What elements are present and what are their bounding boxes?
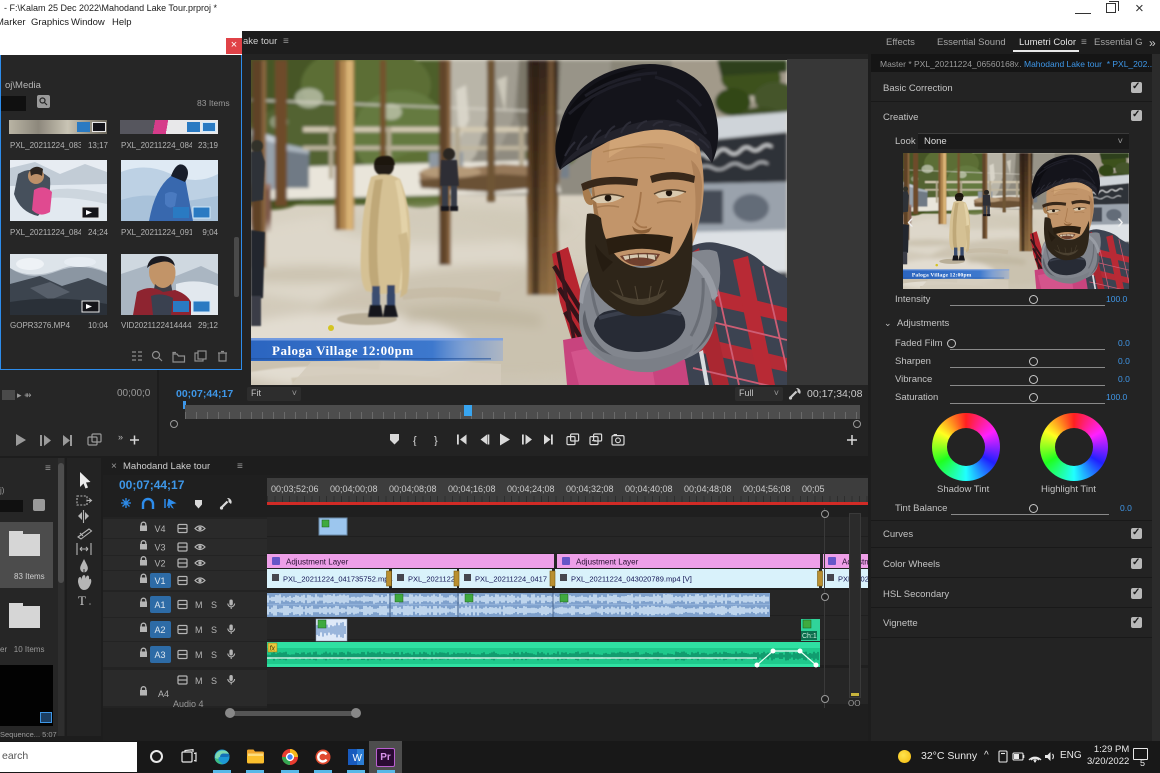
svg-text:A1: A1 — [155, 600, 166, 610]
svg-text:V4: V4 — [155, 524, 166, 534]
svg-text:}: } — [434, 435, 438, 446]
svg-text:A4: A4 — [158, 689, 169, 699]
svg-text:S: S — [211, 650, 217, 660]
svg-text:M: M — [195, 600, 203, 610]
svg-text:S: S — [211, 625, 217, 635]
svg-text:V2: V2 — [155, 559, 166, 569]
svg-text:V3: V3 — [155, 543, 166, 553]
svg-text:M: M — [195, 650, 203, 660]
svg-text:A2: A2 — [155, 625, 166, 635]
svg-text:V1: V1 — [155, 576, 166, 586]
svg-text:Audio 4: Audio 4 — [173, 699, 204, 708]
svg-text:»: » — [118, 432, 123, 442]
svg-text:S: S — [211, 676, 217, 686]
svg-text:A3: A3 — [155, 650, 166, 660]
svg-text:W: W — [353, 753, 363, 764]
svg-text:{: { — [413, 435, 417, 446]
svg-text:M: M — [195, 676, 203, 686]
svg-text:T: T — [78, 593, 86, 608]
svg-text:S: S — [211, 600, 217, 610]
svg-text:M: M — [195, 625, 203, 635]
